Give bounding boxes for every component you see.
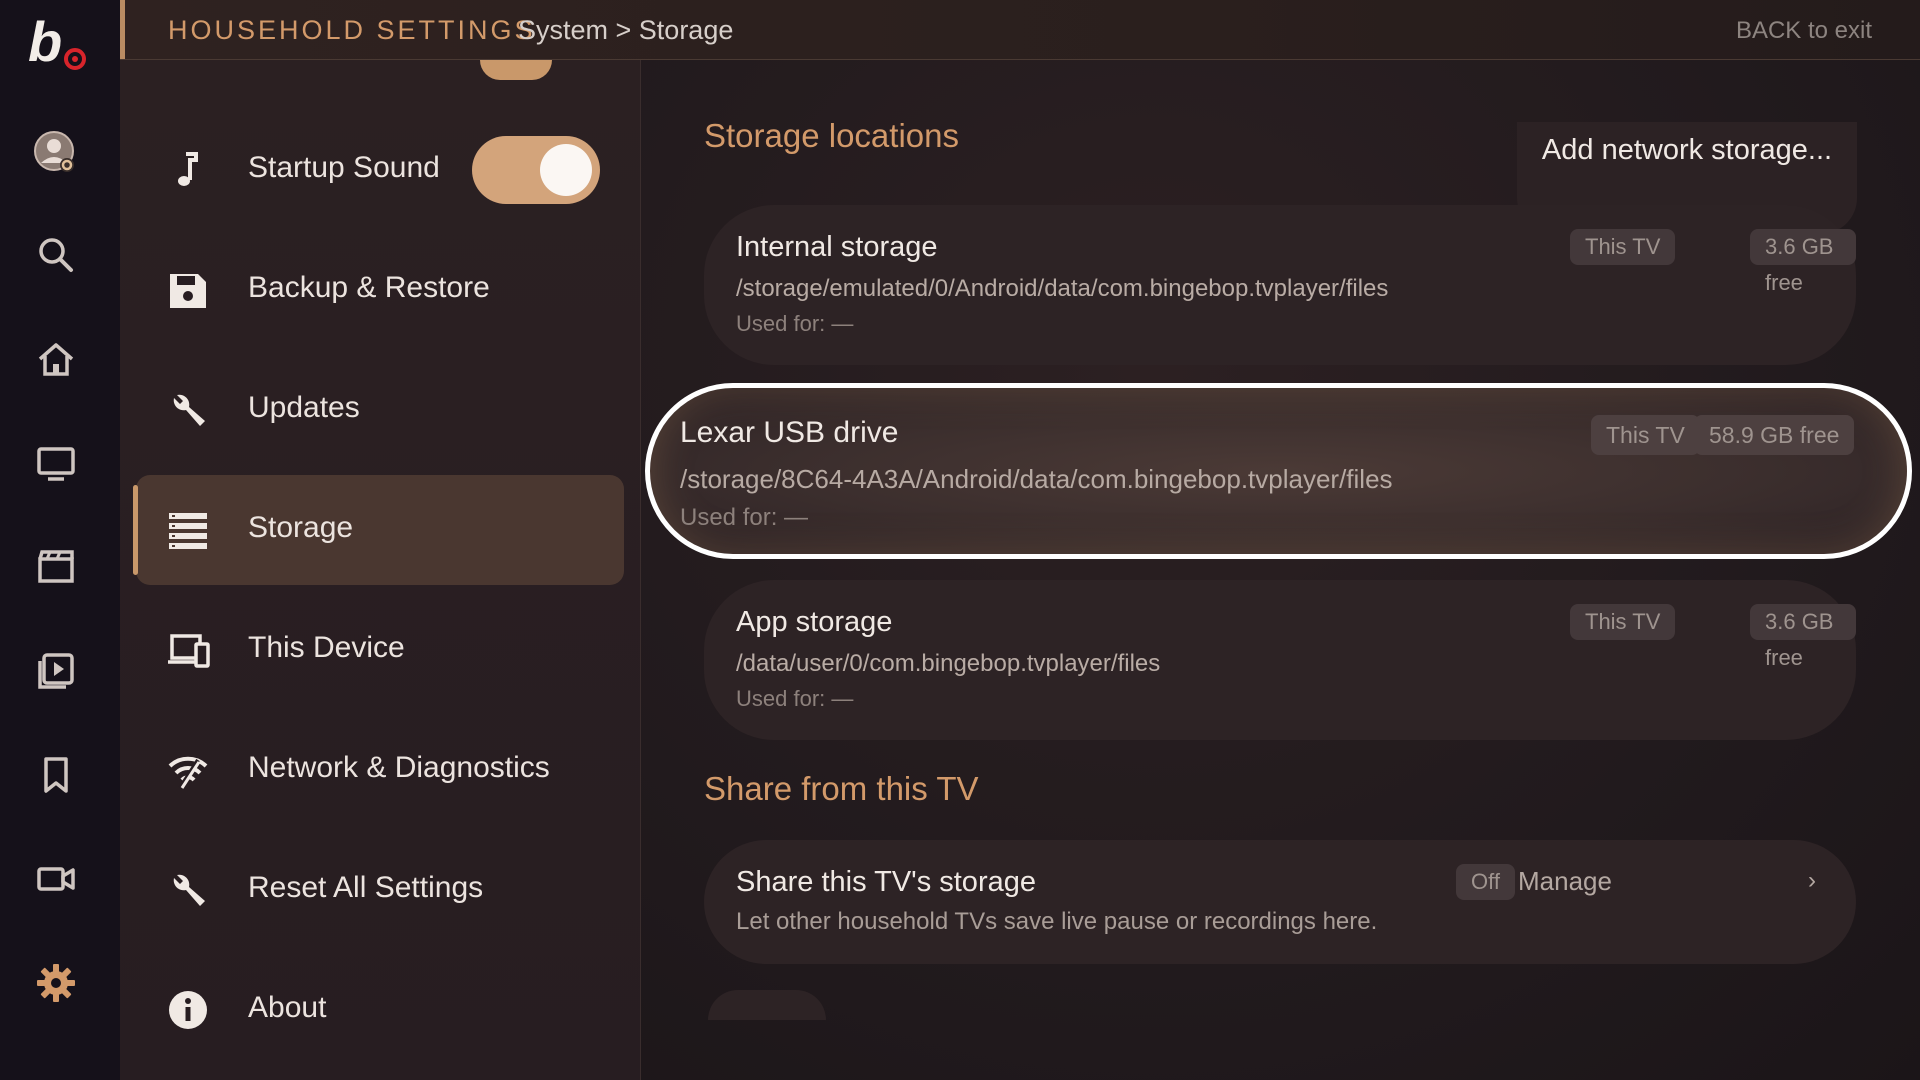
menu-item-label: Startup Sound [248, 151, 440, 184]
storage-locations-title: Storage locations [704, 117, 959, 154]
menu-item-reset-all-settings[interactable]: Reset All Settings [136, 835, 624, 945]
menu-item-label: Network & Diagnostics [248, 751, 550, 784]
share-section-title: Share from this TV [704, 770, 979, 807]
tv-icon[interactable] [29, 436, 83, 490]
app-logo: b [28, 14, 98, 80]
storage-card-lexar-usb[interactable]: Lexar USB drive This TV 58.9 GB free /st… [645, 383, 1912, 559]
menu-scroll-stub [480, 60, 552, 80]
selection-indicator [133, 485, 138, 575]
menu-item-label: Reset All Settings [248, 871, 484, 904]
storage-path: /data/user/0/com.bingebop.tvplayer/files [736, 650, 1161, 677]
chevron-right-icon: › [1808, 867, 1816, 894]
video-camera-icon[interactable] [29, 852, 83, 906]
wrench-icon [166, 388, 210, 432]
storage-name: Lexar USB drive [680, 416, 899, 449]
wifi-icon [166, 748, 210, 792]
wrench-icon [166, 868, 210, 912]
menu-item-label: This Device [248, 631, 405, 664]
back-hint: BACK to exit [1735, 17, 1872, 44]
music-note-icon [166, 148, 210, 192]
menu-item-label: About [248, 991, 327, 1024]
share-storage-card[interactable]: Share this TV's storage Off Manage › Let… [704, 840, 1856, 964]
add-network-storage-label: Add network storage... [1541, 134, 1833, 166]
bookmark-icon[interactable] [29, 748, 83, 802]
search-icon[interactable] [29, 228, 83, 282]
menu-item-about[interactable]: About [136, 955, 624, 1065]
storage-list-icon [166, 508, 210, 552]
menu-item-backup-restore[interactable]: Backup & Restore [136, 235, 624, 345]
storage-content: Storage locations Add network storage...… [641, 60, 1920, 1080]
logo-letter: b [28, 10, 63, 73]
info-icon [166, 988, 210, 1032]
clapperboard-icon[interactable] [29, 540, 83, 594]
devices-icon [166, 628, 210, 672]
share-description: Let other household TVs save live pause … [736, 908, 1378, 935]
gear-icon[interactable] [29, 956, 83, 1010]
share-status-badge: Off [1456, 864, 1515, 900]
startup-sound-toggle[interactable] [472, 136, 600, 204]
menu-item-label: Backup & Restore [248, 271, 490, 304]
menu-item-network-diagnostics[interactable]: Network & Diagnostics [136, 715, 624, 825]
avatar-icon[interactable] [29, 126, 83, 180]
device-badge: This TV [1591, 415, 1700, 455]
free-space-badge: 3.6 GB free [1750, 604, 1856, 670]
used-for-text: Used for: — [736, 686, 854, 711]
used-for-text: Used for: — [736, 311, 854, 336]
floppy-disk-icon [166, 268, 210, 312]
settings-menu: Startup Sound Backup & Restore Updates S… [120, 60, 641, 1080]
storage-path: /storage/emulated/0/Android/data/com.bin… [736, 275, 1389, 302]
play-library-icon[interactable] [29, 644, 83, 698]
storage-name: App storage [736, 606, 893, 638]
topbar-accent [120, 0, 125, 59]
top-bar: HOUSEHOLD SETTINGS System > Storage BACK… [120, 0, 1920, 60]
free-space-badge: 3.6 GB free [1750, 229, 1856, 295]
menu-item-startup-sound[interactable]: Startup Sound [136, 115, 624, 225]
nav-rail: b [0, 0, 120, 1080]
page-title: HOUSEHOLD SETTINGS [168, 15, 536, 45]
toggle-knob [540, 144, 592, 196]
device-badge: This TV [1570, 604, 1676, 640]
storage-path: /storage/8C64-4A3A/Android/data/com.bing… [680, 464, 1393, 494]
breadcrumb: System > Storage [518, 15, 734, 45]
share-name: Share this TV's storage [736, 866, 1036, 898]
menu-item-updates[interactable]: Updates [136, 355, 624, 465]
storage-card-app[interactable]: App storage This TV 3.6 GB free /data/us… [704, 580, 1856, 740]
free-space-badge: 58.9 GB free [1694, 415, 1855, 455]
used-for-text: Used for: — [680, 504, 809, 531]
storage-name: Internal storage [736, 231, 938, 263]
menu-item-label: Storage [248, 511, 354, 544]
menu-item-label: Updates [248, 391, 360, 424]
record-icon [64, 48, 86, 70]
storage-card-internal[interactable]: Internal storage This TV 3.6 GB free /st… [704, 205, 1856, 365]
next-card-stub [708, 990, 826, 1020]
manage-link[interactable]: Manage [1518, 866, 1612, 897]
home-icon[interactable] [29, 332, 83, 386]
device-badge: This TV [1570, 229, 1676, 265]
menu-item-storage[interactable]: Storage [133, 475, 624, 585]
menu-item-this-device[interactable]: This Device [136, 595, 624, 705]
